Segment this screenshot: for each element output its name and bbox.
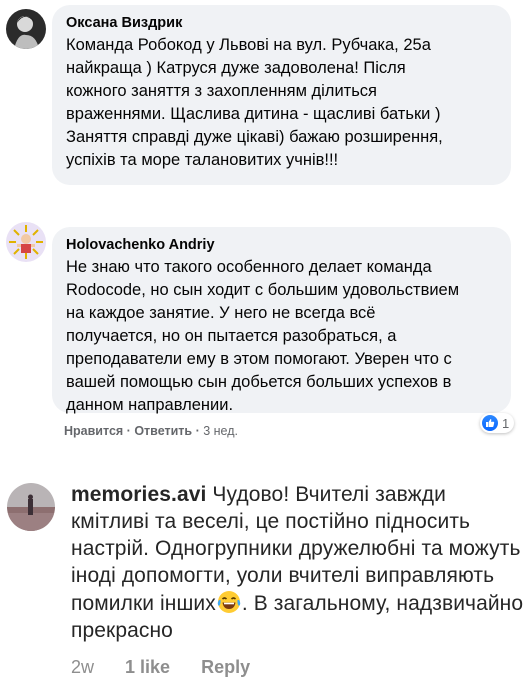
instagram-comment-actions: 2w 1 like Reply xyxy=(71,657,276,678)
laughing-with-tears-emoji xyxy=(217,591,241,613)
avatar-photo-image xyxy=(6,9,46,49)
comment-timestamp[interactable]: 2w xyxy=(71,657,94,677)
avatar-landscape-image xyxy=(7,483,55,531)
comment-bubble-holovachenko: Holovachenko Andriy Не знаю что такого о… xyxy=(52,227,511,414)
reaction-count: 1 xyxy=(502,415,510,431)
comment-text: Команда Робокод у Львові на вул. Рубчака… xyxy=(66,36,443,169)
reply-button[interactable]: Reply xyxy=(201,657,250,677)
comment-bubble-oksana: Оксана Виздрик Команда Робокод у Львові … xyxy=(52,5,511,185)
like-link[interactable]: Нравится xyxy=(64,424,123,438)
avatar-oksana[interactable] xyxy=(6,9,46,49)
comment-author[interactable]: Holovachenko Andriy xyxy=(66,236,497,254)
separator-dot: · xyxy=(195,424,200,438)
comment-author[interactable]: Оксана Виздрик xyxy=(66,14,497,32)
avatar-holovachenko[interactable] xyxy=(6,222,46,262)
reply-link[interactable]: Ответить xyxy=(134,424,192,438)
comment-username[interactable]: memories.avi xyxy=(71,483,206,506)
thumbs-up-icon xyxy=(482,415,498,431)
comment-text: Не знаю что такого особенного делает ком… xyxy=(66,258,460,414)
reaction-count-badge[interactable]: 1 xyxy=(480,413,515,433)
avatar-cartoon-image xyxy=(6,222,46,262)
instagram-comment-text: memories.avi Чудово! Вчителі завжди кміт… xyxy=(71,481,526,644)
likes-count-link[interactable]: 1 like xyxy=(125,657,170,677)
comment-timestamp[interactable]: 3 нед. xyxy=(203,424,238,438)
avatar-memories-avi[interactable] xyxy=(7,483,55,531)
separator-dot: · xyxy=(126,424,131,438)
comment-actions: Нравится · Ответить · 3 нед. xyxy=(64,424,238,438)
